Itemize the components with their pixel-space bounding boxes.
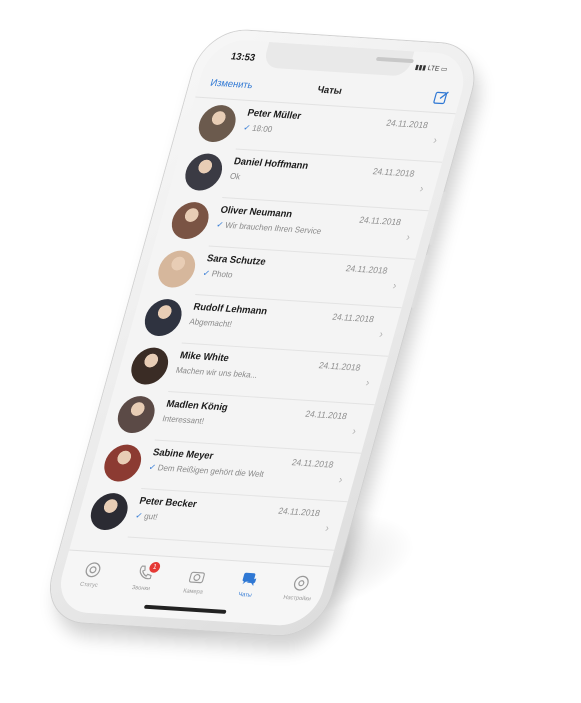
avatar xyxy=(153,249,200,289)
settings-icon xyxy=(293,575,309,591)
tab-settings[interactable]: Настройки xyxy=(273,572,327,603)
chat-preview-text: Dem Reißigen gehört die Welt xyxy=(156,462,266,480)
chat-date: 24.11.2018 xyxy=(277,505,322,519)
chat-name: Mike White xyxy=(178,350,231,365)
chevron-right-icon: › xyxy=(364,377,371,390)
row-divider xyxy=(127,536,335,551)
chevron-right-icon: › xyxy=(404,231,412,244)
chevron-right-icon: › xyxy=(431,134,439,147)
avatar xyxy=(167,201,214,241)
chat-preview-text: gut! xyxy=(143,510,160,522)
avatar xyxy=(140,298,187,338)
tab-label: Звонки xyxy=(130,585,151,593)
tab-label: Камера xyxy=(182,588,204,596)
chat-preview: ✓ 18:00 xyxy=(242,122,384,141)
chat-name: Peter Becker xyxy=(138,495,198,511)
tab-phone[interactable]: 1 Звонки xyxy=(117,561,171,593)
tab-camera[interactable]: Камера xyxy=(169,565,223,596)
product-render: 13:53 ▮▮▮ LTE ▭ Изменить Чаты Peter Müll… xyxy=(0,0,581,703)
tab-label: Настройки xyxy=(282,594,312,603)
chevron-right-icon: › xyxy=(391,280,398,293)
avatar xyxy=(113,395,160,435)
chat-preview: ✓ Photo xyxy=(202,268,344,287)
chat-date: 24.11.2018 xyxy=(358,214,403,228)
chevron-right-icon: › xyxy=(418,183,425,196)
tab-label: Статус xyxy=(79,581,99,589)
chat-preview-text: Machen wir uns beka... xyxy=(174,364,259,380)
chat-preview: Machen wir uns beka... xyxy=(175,365,317,384)
signal-icon: ▮▮▮ xyxy=(414,64,427,72)
chat-preview-text: Photo xyxy=(210,268,234,280)
chat-date: 24.11.2018 xyxy=(385,117,430,131)
chevron-right-icon: › xyxy=(337,474,344,487)
chat-preview-text: 18:00 xyxy=(251,122,274,134)
chat-preview-text: Wir brauchen Ihren Service xyxy=(224,219,323,236)
chat-name: Daniel Hoffmann xyxy=(232,156,310,172)
phone-mockup: 13:53 ▮▮▮ LTE ▭ Изменить Чаты Peter Müll… xyxy=(40,28,485,638)
chat-name: Sabine Meyer xyxy=(151,447,215,462)
status-icons: ▮▮▮ LTE ▭ xyxy=(414,63,448,73)
speaker xyxy=(375,56,415,64)
chats-icon xyxy=(242,572,257,587)
chevron-right-icon: › xyxy=(377,328,385,341)
chat-preview-text: Ok xyxy=(228,170,242,182)
chat-date: 24.11.2018 xyxy=(290,457,335,470)
home-indicator xyxy=(143,604,227,614)
tab-label: Чаты xyxy=(237,592,253,599)
chat-preview-text: Abgemacht! xyxy=(188,316,234,329)
chat-preview: ✓ gut! xyxy=(134,510,276,529)
camera-icon xyxy=(188,571,205,584)
avatar xyxy=(99,443,146,483)
chat-name: Rudolf Lehmann xyxy=(192,301,269,318)
chat-name: Oliver Neumann xyxy=(219,204,294,221)
chevron-right-icon: › xyxy=(323,522,331,535)
chat-date: 24.11.2018 xyxy=(331,311,376,325)
chat-name: Peter Müller xyxy=(246,107,303,122)
chat-name: Madlen König xyxy=(165,398,230,414)
chat-date: 24.11.2018 xyxy=(317,360,362,373)
avatar xyxy=(126,346,173,386)
chevron-right-icon: › xyxy=(350,425,358,438)
clock: 13:53 xyxy=(229,51,257,64)
network-label: LTE xyxy=(426,65,441,73)
tab-chats[interactable]: Чаты xyxy=(221,569,275,600)
missed-calls-badge: 1 xyxy=(148,561,162,574)
tab-status[interactable]: Статус xyxy=(65,559,119,590)
chat-preview: ✓ Wir brauchen Ihren Service xyxy=(215,219,357,238)
chat-preview: Ok xyxy=(229,171,371,190)
chat-preview: Interessant! xyxy=(161,413,303,432)
avatar xyxy=(86,492,133,532)
chat-preview: Abgemacht! xyxy=(188,316,330,335)
chat-date: 24.11.2018 xyxy=(304,408,349,422)
status-icon xyxy=(85,562,101,578)
chat-date: 24.11.2018 xyxy=(344,263,389,276)
avatar xyxy=(194,104,241,144)
avatar xyxy=(180,152,227,192)
chat-preview: ✓ Dem Reißigen gehört die Welt xyxy=(148,462,290,481)
chat-preview-text: Interessant! xyxy=(161,413,206,426)
chat-date: 24.11.2018 xyxy=(371,166,416,179)
chat-name: Sara Schutze xyxy=(205,253,267,268)
battery-icon: ▭ xyxy=(439,65,449,74)
